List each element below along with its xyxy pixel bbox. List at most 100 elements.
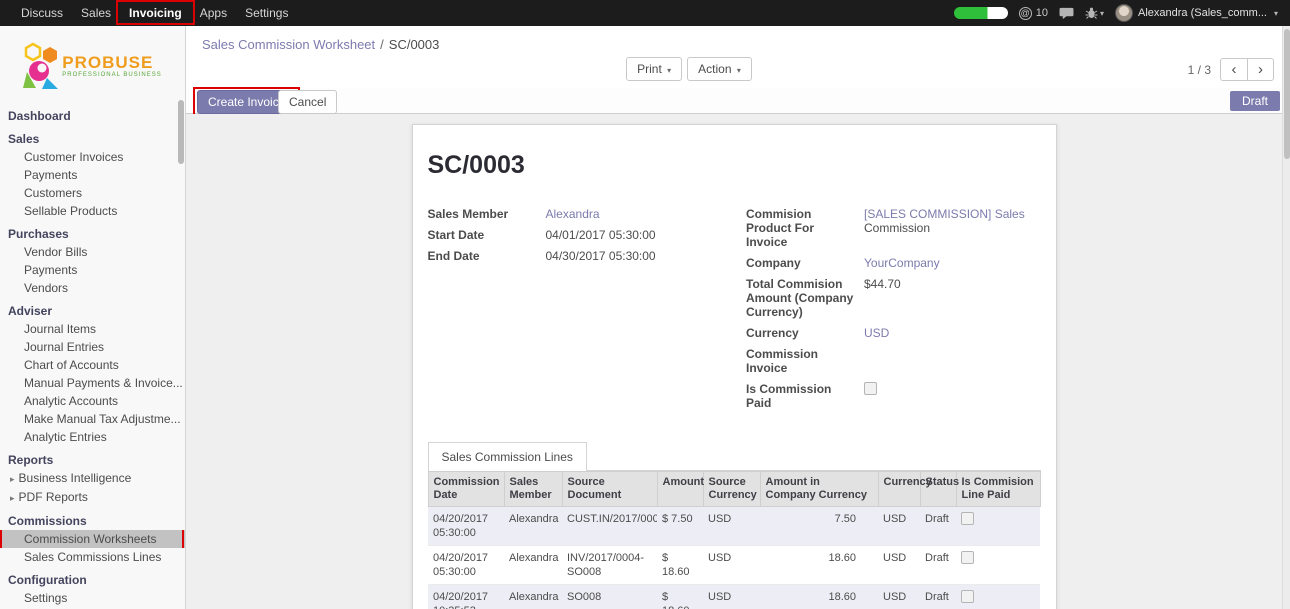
user-name: Alexandra (Sales_comm... xyxy=(1138,7,1267,19)
pager-next-button[interactable]: › xyxy=(1247,58,1274,81)
is-commission-paid-checkbox[interactable] xyxy=(864,382,877,395)
sidebar-item-customer-invoices[interactable]: Customer Invoices xyxy=(0,148,185,166)
field-start-date: Start Date 04/01/2017 05:30:00 xyxy=(428,228,735,242)
tab-sales-commission-lines[interactable]: Sales Commission Lines xyxy=(428,442,587,471)
status-badge-draft[interactable]: Draft xyxy=(1230,91,1280,111)
at-icon: @ xyxy=(1019,7,1032,20)
field-company: Company YourCompany xyxy=(746,256,1041,270)
table-header-row: Commission Date Sales Member Source Docu… xyxy=(428,472,1040,507)
table-row[interactable]: 04/20/2017 05:30:00 Alexandra INV/2017/0… xyxy=(428,546,1040,585)
topbar-right-tools: @ 10 ▾ Alexandra (Sales_comm... ▾ xyxy=(954,4,1282,22)
field-sales-member: Sales Member Alexandra xyxy=(428,207,735,221)
cancel-button[interactable]: Cancel xyxy=(278,90,337,114)
print-button-label: Print xyxy=(637,62,662,76)
sidebar-item-payments-purchases[interactable]: Payments xyxy=(0,261,185,279)
header-amount: Amount xyxy=(657,472,703,507)
sidebar-section-commissions[interactable]: Commissions xyxy=(0,507,185,530)
user-menu[interactable]: Alexandra (Sales_comm... ▾ xyxy=(1115,4,1278,22)
sidebar-item-label: PDF Reports xyxy=(19,490,88,504)
main-content: Sales Commission Worksheet/SC/0003 Print… xyxy=(186,26,1282,609)
line-paid-checkbox[interactable] xyxy=(961,512,974,525)
field-column-left: Sales Member Alexandra Start Date 04/01/… xyxy=(428,207,735,270)
cell-amount-company: 18.60 xyxy=(760,585,878,609)
cell-sales-member: Alexandra xyxy=(504,546,562,585)
header-amount-company-currency: Amount in Company Currency xyxy=(760,472,878,507)
currency-value[interactable]: USD xyxy=(864,326,889,340)
sidebar-item-manual-tax-adjustment[interactable]: Make Manual Tax Adjustme... xyxy=(0,410,185,428)
main-scrollbar-thumb[interactable] xyxy=(1284,29,1290,159)
field-label: Company xyxy=(746,256,864,270)
nav-apps[interactable]: Apps xyxy=(191,0,236,26)
table-row[interactable]: 04/20/2017 10:35:53 Alexandra SO008 $ 18… xyxy=(428,585,1040,609)
sidebar-item-vendor-bills[interactable]: Vendor Bills xyxy=(0,243,185,261)
line-paid-checkbox[interactable] xyxy=(961,551,974,564)
sidebar-item-sales-commissions-lines[interactable]: Sales Commissions Lines xyxy=(0,548,185,566)
sidebar-item-journal-items[interactable]: Journal Items xyxy=(0,320,185,338)
nav-settings[interactable]: Settings xyxy=(236,0,297,26)
field-label: Commision Product For Invoice xyxy=(746,207,864,249)
sidebar-section-purchases[interactable]: Purchases xyxy=(0,220,185,243)
sidebar-scrollbar[interactable] xyxy=(178,100,184,164)
control-panel: Sales Commission Worksheet/SC/0003 Print… xyxy=(186,26,1282,88)
total-commission-value: $44.70 xyxy=(864,277,901,291)
caret-down-icon: ▾ xyxy=(667,66,671,75)
action-button[interactable]: Action ▾ xyxy=(687,57,752,81)
sidebar-section-dashboard[interactable]: Dashboard xyxy=(0,102,185,125)
sidebar-item-business-intelligence[interactable]: ▸Business Intelligence xyxy=(0,469,185,488)
sales-member-value[interactable]: Alexandra xyxy=(546,207,600,221)
sidebar-item-manual-payments[interactable]: Manual Payments & Invoice... xyxy=(0,374,185,392)
nav-sales[interactable]: Sales xyxy=(72,0,120,26)
nav-invoicing[interactable]: Invoicing xyxy=(120,0,191,26)
sidebar-item-vendors[interactable]: Vendors xyxy=(0,279,185,297)
field-grid: Sales Member Alexandra Start Date 04/01/… xyxy=(428,207,1041,417)
sidebar-item-sellable-products[interactable]: Sellable Products xyxy=(0,202,185,220)
nav-discuss[interactable]: Discuss xyxy=(12,0,72,26)
print-button[interactable]: Print ▾ xyxy=(626,57,682,81)
sidebar-item-analytic-accounts[interactable]: Analytic Accounts xyxy=(0,392,185,410)
sidebar-section-reports[interactable]: Reports xyxy=(0,446,185,469)
cell-line-paid xyxy=(956,546,1040,585)
form-sheet: SC/0003 Sales Member Alexandra Start Dat… xyxy=(412,124,1057,609)
activity-counter[interactable]: @ 10 xyxy=(1019,7,1048,20)
debug-icon[interactable]: ▾ xyxy=(1085,7,1104,19)
line-paid-checkbox[interactable] xyxy=(961,590,974,603)
cell-line-paid xyxy=(956,507,1040,546)
sidebar-section-adviser[interactable]: Adviser xyxy=(0,297,185,320)
pager-previous-button[interactable]: ‹ xyxy=(1220,58,1247,81)
field-column-right: Commision Product For Invoice [SALES COM… xyxy=(734,207,1041,417)
app-window: Discuss Sales Invoicing Apps Settings @ … xyxy=(0,0,1290,609)
caret-down-icon: ▾ xyxy=(1274,9,1278,18)
chat-icon[interactable] xyxy=(1059,7,1074,20)
sidebar-section-sales[interactable]: Sales xyxy=(0,125,185,148)
notebook-tabs: Sales Commission Lines xyxy=(428,441,1041,471)
company-value[interactable]: YourCompany xyxy=(864,256,940,270)
cell-currency: USD xyxy=(878,546,920,585)
breadcrumb-parent[interactable]: Sales Commission Worksheet xyxy=(202,37,375,52)
cell-status: Draft xyxy=(920,585,956,609)
field-label: Is Commission Paid xyxy=(746,382,864,410)
activity-count: 10 xyxy=(1036,7,1048,19)
main-scrollbar[interactable] xyxy=(1282,26,1290,609)
commission-product-link[interactable]: [SALES COMMISSION] Sales xyxy=(864,207,1025,221)
record-title: SC/0003 xyxy=(428,151,1041,180)
form-statusbar: Create Invoice Cancel Draft xyxy=(186,88,1282,114)
pager: 1 / 3 ‹ › xyxy=(1188,58,1274,81)
sidebar-section-configuration[interactable]: Configuration xyxy=(0,566,185,589)
table-row[interactable]: 04/20/2017 05:30:00 Alexandra CUST.IN/20… xyxy=(428,507,1040,546)
cell-currency: USD xyxy=(878,507,920,546)
header-source-currency: Source Currency xyxy=(703,472,760,507)
sidebar-item-chart-of-accounts[interactable]: Chart of Accounts xyxy=(0,356,185,374)
sidebar-item-analytic-entries[interactable]: Analytic Entries xyxy=(0,428,185,446)
field-label: End Date xyxy=(428,249,546,263)
pager-value: 1 / 3 xyxy=(1188,63,1211,77)
sidebar-item-settings[interactable]: Settings xyxy=(0,589,185,607)
cell-status: Draft xyxy=(920,507,956,546)
field-label: Currency xyxy=(746,326,864,340)
sidebar-item-payments-sales[interactable]: Payments xyxy=(0,166,185,184)
cell-commission-date: 04/20/2017 10:35:53 xyxy=(428,585,504,609)
sidebar-item-journal-entries[interactable]: Journal Entries xyxy=(0,338,185,356)
cell-source-document: CUST.IN/2017/0001 xyxy=(562,507,657,546)
sidebar-item-customers[interactable]: Customers xyxy=(0,184,185,202)
sidebar-item-commission-worksheets[interactable]: Commission Worksheets xyxy=(0,530,185,548)
sidebar-item-pdf-reports[interactable]: ▸PDF Reports xyxy=(0,488,185,507)
